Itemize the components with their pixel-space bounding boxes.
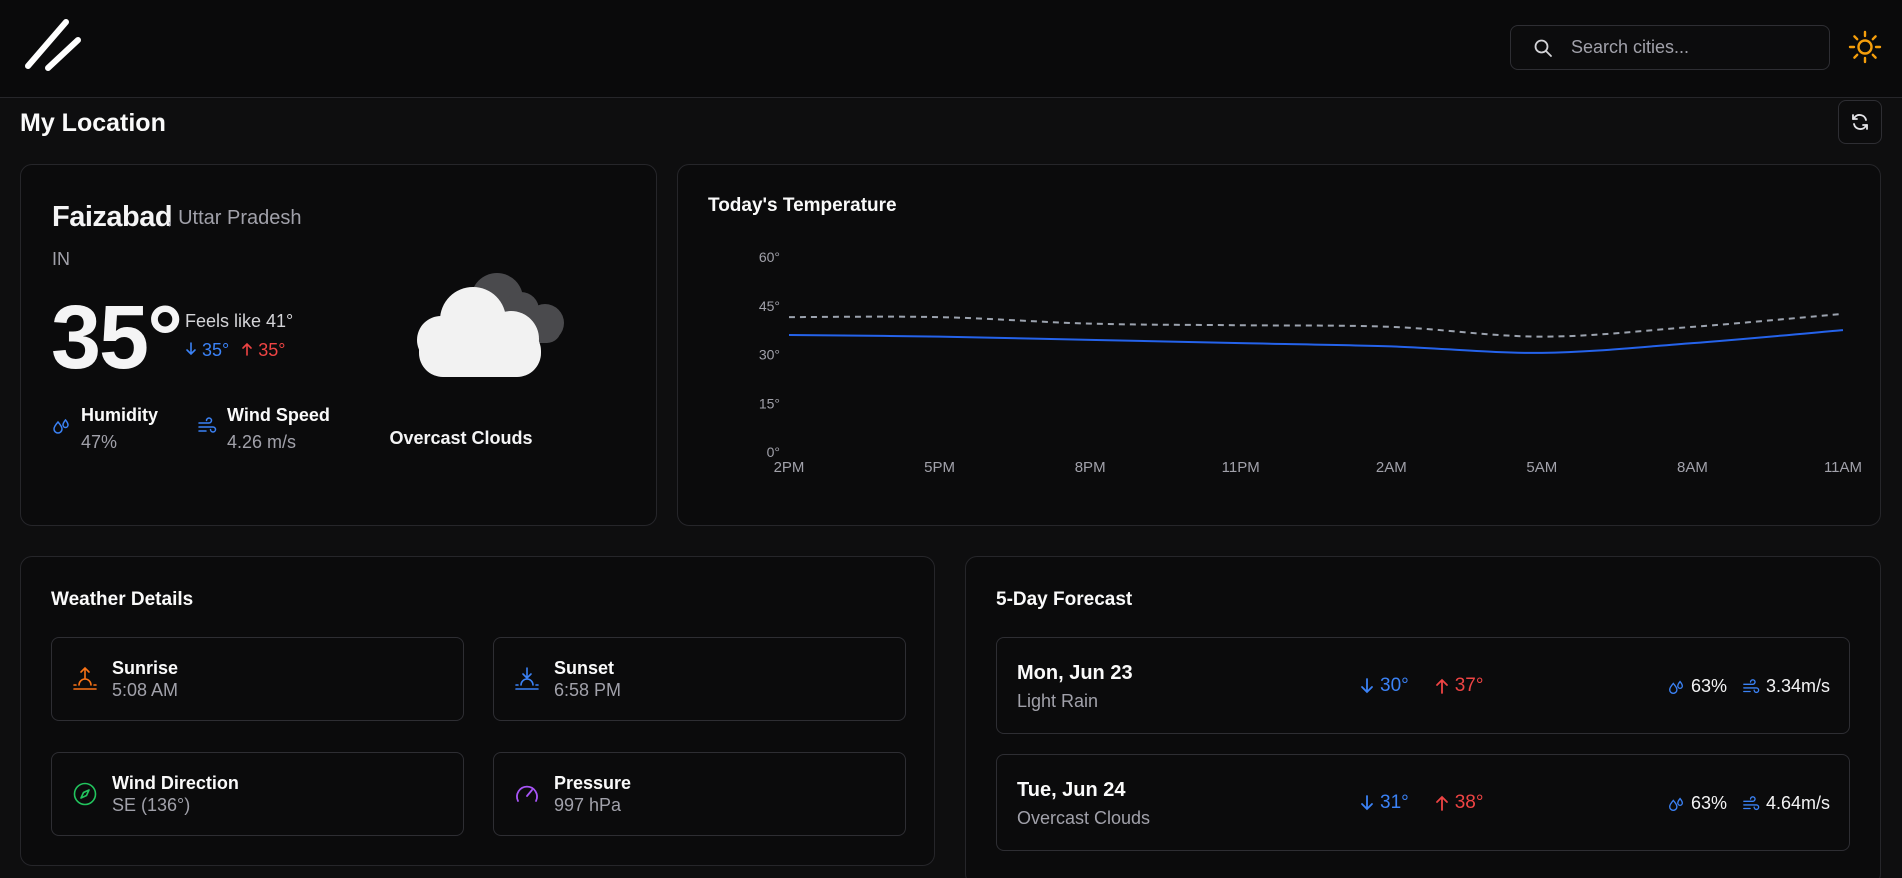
forecast-card: 5-Day Forecast Mon, Jun 23 Light Rain 30… [965, 556, 1881, 878]
y-tick-label: 60° [759, 249, 780, 265]
sunrise-label: Sunrise [112, 658, 179, 678]
x-tick-label: 8PM [1075, 459, 1106, 476]
y-tick-label: 30° [759, 347, 780, 363]
forecast-wind: 4.64m/s [1742, 793, 1830, 814]
min-temp: 35° [185, 340, 229, 361]
x-tick-label: 5PM [924, 459, 955, 476]
y-tick-label: 45° [759, 298, 780, 314]
arrow-up-icon [1435, 678, 1448, 694]
gauge-icon [516, 785, 538, 802]
forecast-max-value: 38° [1454, 792, 1484, 813]
forecast-min-value: 31° [1380, 792, 1409, 813]
city-name: Faizabad [52, 201, 173, 233]
wind-direction-label: Wind Direction [112, 773, 239, 793]
forecast-desc: Light Rain [1017, 691, 1099, 711]
max-temp: 35° [241, 340, 286, 361]
sunset-icon [515, 667, 539, 690]
wind-icon [198, 417, 217, 433]
current-weather-card: Faizabad , Uttar Pradesh IN 35° Feels li… [20, 164, 657, 526]
forecast-wind-value: 3.34m/s [1766, 676, 1831, 696]
forecast-temps: 30° 37° [1360, 675, 1483, 697]
y-tick-label: 0° [767, 444, 780, 460]
current-temperature: 35° [51, 288, 183, 388]
compass-icon [73, 782, 97, 806]
wind-speed-value: 4.26 m/s [227, 432, 297, 452]
refresh-icon [1852, 114, 1868, 130]
overcast-clouds-icon [417, 273, 564, 377]
sunrise-value: 5:08 AM [112, 680, 179, 700]
max-temp-value: 35° [258, 340, 286, 360]
forecast-title: 5-Day Forecast [996, 589, 1133, 610]
droplets-icon [1669, 797, 1683, 811]
forecast-wind: 3.34m/s [1742, 676, 1830, 697]
forecast-max-value: 37° [1454, 675, 1484, 696]
humidity-label: Humidity [81, 405, 159, 425]
forecast-day: Mon, Jun 23 [1017, 662, 1133, 684]
refresh-button[interactable] [1838, 100, 1882, 144]
x-tick-label: 11AM [1824, 459, 1862, 476]
sunset-label: Sunset [554, 658, 615, 678]
pressure-label: Pressure [554, 773, 632, 793]
sunrise-icon [73, 666, 97, 690]
forecast-humidity: 63% [1667, 676, 1727, 697]
arrow-up-icon [242, 342, 253, 356]
forecast-desc: Overcast Clouds [1017, 808, 1151, 828]
x-tick-label: 2PM [774, 459, 805, 476]
wind-direction-box: Wind Direction SE (136°) [51, 752, 464, 836]
forecast-max: 37° [1435, 675, 1484, 697]
forecast-max: 38° [1435, 792, 1484, 814]
top-bar [0, 0, 1902, 98]
x-tick-label: 2AM [1376, 459, 1407, 476]
forecast-humidity-value: 63% [1691, 793, 1728, 813]
humidity-value: 47% [81, 432, 118, 452]
forecast-min: 31° [1360, 792, 1409, 814]
search-box[interactable] [1510, 25, 1830, 70]
sunset-box: Sunset 6:58 PM [493, 637, 906, 721]
country-code: IN [52, 249, 70, 269]
x-tick-label: 11PM [1222, 459, 1260, 476]
feels-like: Feels like 41° [185, 311, 294, 331]
arrow-up-icon [1435, 795, 1448, 811]
wind-icon [1743, 678, 1760, 693]
search-input[interactable] [1571, 37, 1811, 58]
pressure-box: Pressure 997 hPa [493, 752, 906, 836]
search-icon [1534, 39, 1552, 57]
sunset-value: 6:58 PM [554, 680, 622, 700]
temperature-chart-card: Today's Temperature 60° 45° 30° 15° 0° 2PM 5PM… [677, 164, 1881, 526]
wind-icon [1743, 795, 1760, 810]
forecast-humidity: 63% [1667, 793, 1727, 814]
weather-details-card: Weather Details Sunrise 5:08 AM Sunset 6… [20, 556, 935, 866]
details-title: Weather Details [51, 589, 194, 610]
feels-like-line [788, 312, 1844, 338]
min-temp-value: 35° [202, 340, 230, 360]
arrow-down-icon [186, 342, 196, 356]
forecast-wind-value: 4.64m/s [1766, 793, 1831, 813]
arrow-down-icon [1361, 678, 1373, 694]
forecast-day: Tue, Jun 24 [1017, 779, 1126, 801]
region-name: , Uttar Pradesh [167, 207, 302, 229]
wind-direction-value: SE (136°) [112, 795, 191, 815]
temperature-chart: 60° 45° 30° 15° 0°2PM 5PM 8PM 11PM 2AM 5AM 8AM 11AM [759, 249, 1862, 476]
condition-text: Overcast Clouds [389, 428, 533, 448]
logo-icon[interactable] [24, 18, 84, 74]
forecast-temps: 31° 38° [1360, 792, 1483, 814]
page-title: My Location [20, 109, 166, 137]
pressure-value: 997 hPa [554, 795, 622, 815]
x-tick-label: 8AM [1677, 459, 1708, 476]
wind-speed-label: Wind Speed [227, 405, 330, 425]
forecast-row[interactable]: Tue, Jun 24 Overcast Clouds 31° 38° 63% … [996, 754, 1850, 851]
forecast-min-value: 30° [1380, 675, 1409, 696]
y-tick-label: 15° [759, 395, 780, 411]
temperature-line [788, 329, 1844, 354]
min-max-temps: 35° 35° [185, 340, 286, 361]
sun-icon[interactable] [1848, 30, 1882, 64]
droplets-icon [53, 418, 69, 434]
droplets-icon [1669, 680, 1683, 694]
arrow-down-icon [1361, 795, 1373, 811]
forecast-humidity-value: 63% [1691, 676, 1728, 696]
forecast-min: 30° [1360, 675, 1409, 697]
forecast-row[interactable]: Mon, Jun 23 Light Rain 30° 37° 63% 3.34m… [996, 637, 1850, 734]
sunrise-box: Sunrise 5:08 AM [51, 637, 464, 721]
x-tick-label: 5AM [1526, 459, 1557, 476]
